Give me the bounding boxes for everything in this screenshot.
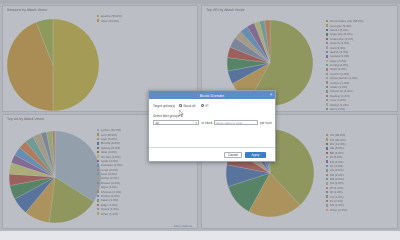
radio-block-all[interactable] <box>179 104 182 108</box>
radio-ip[interactable] <box>201 104 204 108</box>
close-icon[interactable]: × <box>270 92 273 97</box>
to-block-text: to block <box>201 120 213 125</box>
dialog-divider <box>149 147 275 148</box>
target-options-label: Target option(s) <box>153 104 176 108</box>
filter-groups-label: Select filter groups <box>153 114 180 118</box>
filter-group-select[interactable]: All ▾ <box>153 120 199 125</box>
filter-group-select-value: All <box>155 121 159 125</box>
apply-button[interactable]: Apply <box>245 152 266 158</box>
radio-block-all-label: Block all <box>183 104 196 108</box>
per-hour-text: per hour <box>260 120 272 125</box>
dialog-title: Block Domain <box>199 92 225 98</box>
radio-ip-label: IP <box>205 104 209 108</box>
cancel-button[interactable]: Cancel <box>224 152 242 158</box>
chevron-down-icon: ▾ <box>195 121 197 125</box>
mouse-cursor-icon <box>179 110 184 117</box>
value-input[interactable]: Enter value or a list <box>214 120 258 125</box>
block-domain-dialog: Block Domain × Target option(s) Block al… <box>148 90 276 162</box>
dialog-header: Block Domain × <box>149 91 275 99</box>
